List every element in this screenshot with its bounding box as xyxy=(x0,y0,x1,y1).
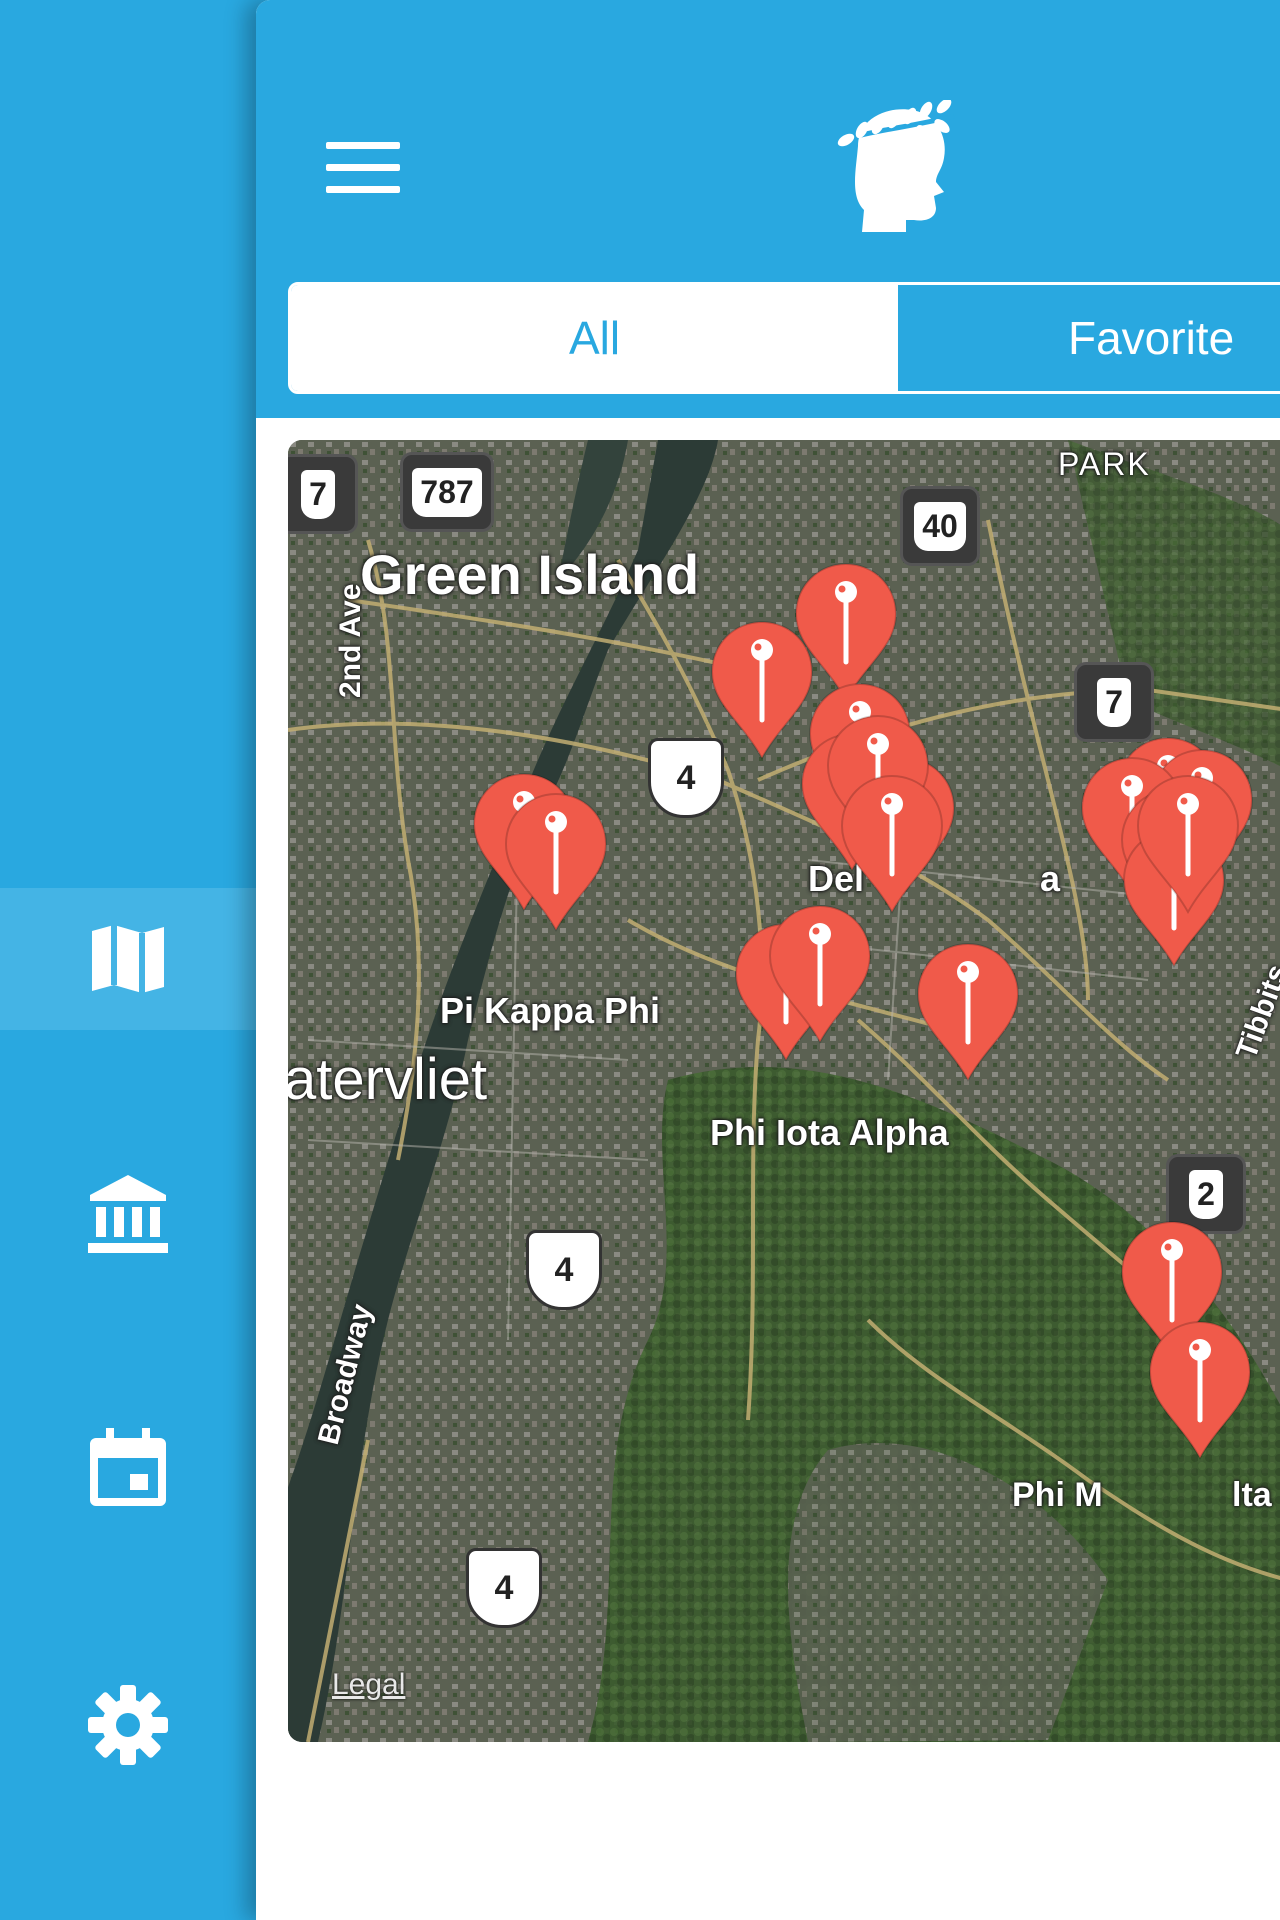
route-shield-ny7: 7 xyxy=(288,454,358,534)
institution-icon xyxy=(88,1175,168,1253)
laurel-head-icon xyxy=(837,100,955,232)
segmented-control: All Favorite xyxy=(288,282,1280,394)
side-navigation xyxy=(0,0,256,1920)
map-pin[interactable] xyxy=(912,940,1024,1090)
map-label-green-island: Green Island xyxy=(360,543,700,606)
map-pin[interactable] xyxy=(764,902,876,1052)
map-icon xyxy=(92,925,164,993)
map-label-phi-iota-alpha: Phi Iota Alpha xyxy=(710,1112,949,1153)
route-shield-us4-far-south: 4 xyxy=(466,1548,542,1628)
nav-map-button[interactable] xyxy=(0,888,256,1030)
calendar-icon xyxy=(90,1428,166,1506)
map-pin[interactable] xyxy=(1144,1318,1256,1468)
map-label-park: PARK xyxy=(1058,446,1151,482)
route-shield-ny787: 787 xyxy=(400,452,494,532)
menu-button[interactable] xyxy=(326,138,406,194)
map-label-delta-tail: a xyxy=(1040,858,1061,899)
map-label-phi-mu-delta-a: Phi M xyxy=(1012,1476,1103,1514)
gear-icon xyxy=(88,1685,168,1765)
nav-settings-button[interactable] xyxy=(0,1654,256,1796)
map-label-watervliet: atervliet xyxy=(288,1047,488,1112)
map-pin[interactable] xyxy=(500,790,612,940)
legal-link[interactable]: Legal xyxy=(332,1668,405,1702)
nav-calendar-button[interactable] xyxy=(0,1397,256,1539)
main-panel: All Favorite Green Island PARK 2nd Ave P… xyxy=(256,0,1280,1920)
nav-institutions-button[interactable] xyxy=(0,1142,256,1284)
map-pin[interactable] xyxy=(1132,772,1244,922)
map-label-phi-mu-delta-b: lta xyxy=(1232,1476,1272,1514)
route-shield-us4-south: 4 xyxy=(526,1230,602,1310)
route-shield-ny40: 40 xyxy=(900,486,980,566)
header-bar: All Favorite xyxy=(256,0,1280,418)
map-pin[interactable] xyxy=(836,772,948,922)
map-view[interactable]: Green Island PARK 2nd Ave Pi Kappa Phi a… xyxy=(288,440,1280,1742)
route-shield-ny7-east: 7 xyxy=(1074,662,1154,742)
tab-favorites[interactable]: Favorite xyxy=(898,285,1280,391)
tab-all[interactable]: All xyxy=(291,285,898,391)
map-label-pi-kappa-phi: Pi Kappa Phi xyxy=(440,990,661,1031)
map-label-2nd-ave: 2nd Ave xyxy=(334,583,367,698)
